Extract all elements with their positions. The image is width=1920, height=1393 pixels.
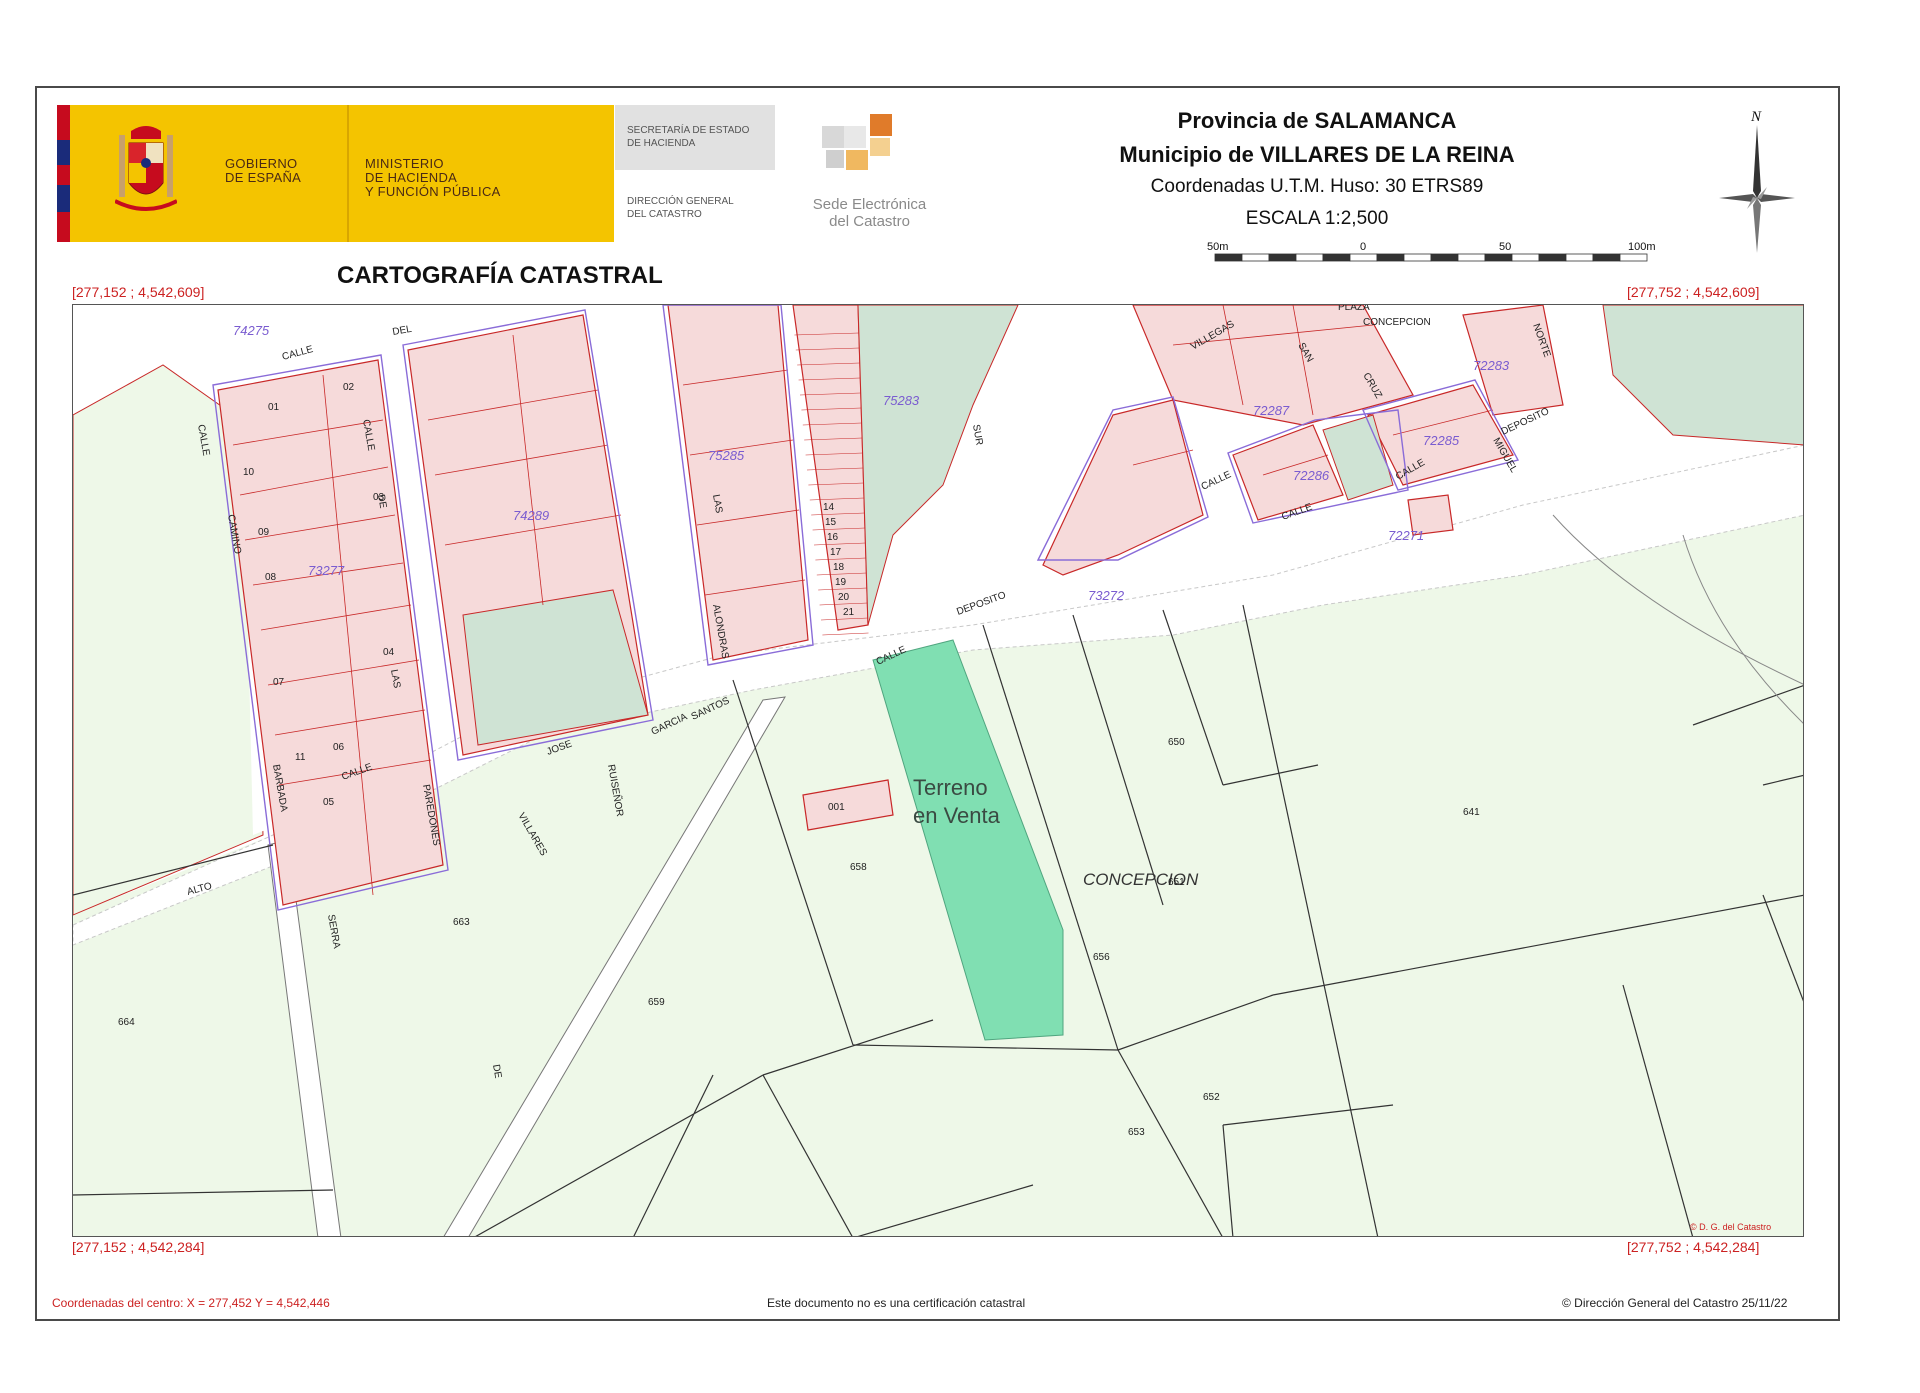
scale-label-2: 0 xyxy=(1360,241,1366,253)
corner-coord-top-left: [277,152 ; 4,542,609] xyxy=(72,284,205,300)
cadastral-sheet: GOBIERNO DE ESPAÑA MINISTERIO DE HACIEND… xyxy=(35,86,1840,1321)
block-ref-label: 73272 xyxy=(1088,588,1125,603)
scale-text: ESCALA 1:2,500 xyxy=(1245,208,1389,229)
ministerio-line-2: DE HACIENDA xyxy=(365,170,458,185)
scale-bar: 50m 0 50 100m xyxy=(1207,241,1656,262)
corner-coord-bottom-right: [277,752 ; 4,542,284] xyxy=(1627,1239,1760,1255)
scale-label-3: 50 xyxy=(1499,241,1511,253)
corner-coord-bottom-left: [277,152 ; 4,542,284] xyxy=(72,1239,205,1255)
parcel-label: 06 xyxy=(333,742,345,753)
block-ref-label: 75285 xyxy=(708,448,745,463)
parcel-label: 05 xyxy=(323,797,335,808)
north-label: N xyxy=(1750,109,1762,125)
logo-divider xyxy=(347,105,349,242)
parcel-label: 19 xyxy=(835,577,847,588)
parcel-label: 652 xyxy=(1203,1092,1220,1103)
street-label: PLAZA xyxy=(1338,305,1370,313)
block-ref-label: 74275 xyxy=(233,323,270,338)
block-ref-label: 72285 xyxy=(1423,433,1460,448)
cadastral-map: Terreno en Venta CONCEPCION © D. G. del … xyxy=(72,304,1804,1237)
coordinate-system: Coordenadas U.T.M. Huso: 30 ETRS89 xyxy=(1150,176,1484,197)
parcel-label: 658 xyxy=(850,862,867,873)
block-ref-label: 75283 xyxy=(883,393,920,408)
map-canvas: Terreno en Venta CONCEPCION © D. G. del … xyxy=(73,305,1803,1236)
sede-line-1: Sede Electrónica xyxy=(812,196,927,213)
parcel-label: 656 xyxy=(1093,952,1110,963)
direccion-line-1: DIRECCIÓN GENERAL xyxy=(627,196,734,207)
sede-line-2: del Catastro xyxy=(829,213,910,230)
sede-electronica-logo-icon xyxy=(822,114,892,170)
secretaria-box: SECRETARÍA DE ESTADO DE HACIENDA xyxy=(615,105,775,170)
parcel-label: 653 xyxy=(1128,1127,1145,1138)
coat-of-arms-icon xyxy=(115,126,177,211)
highlight-label-1: Terreno xyxy=(913,775,988,800)
parcel-label: 18 xyxy=(833,562,845,573)
secretaria-line-2: DE HACIENDA xyxy=(627,138,696,149)
highlight-label-2: en Venta xyxy=(913,803,1001,828)
parcel-label: 15 xyxy=(825,517,837,528)
parcel-label: 08 xyxy=(265,572,277,583)
parcel-label: 14 xyxy=(823,502,835,513)
block-ref-label: 72271 xyxy=(1388,528,1424,543)
block-ref-label: 74289 xyxy=(513,508,549,523)
block-ref-label: 73277 xyxy=(308,563,345,578)
secretaria-line-1: SECRETARÍA DE ESTADO xyxy=(627,125,750,136)
direccion-line-2: DEL CATASTRO xyxy=(627,209,702,220)
government-logo: GOBIERNO DE ESPAÑA MINISTERIO DE HACIEND… xyxy=(57,105,614,242)
copyright: © Dirección General del Catastro 25/11/2… xyxy=(1562,1296,1788,1310)
ministerio-line-1: MINISTERIO xyxy=(365,156,444,171)
parcel-label: 04 xyxy=(383,647,395,658)
parcel-label: 11 xyxy=(295,752,306,763)
disclaimer: Este documento no es una certificación c… xyxy=(767,1296,1026,1310)
provincia-title: Provincia de SALAMANCA xyxy=(1177,108,1457,133)
center-coordinates: Coordenadas del centro: X = 277,452 Y = … xyxy=(52,1296,330,1310)
corner-coord-top-right: [277,752 ; 4,542,609] xyxy=(1627,284,1760,300)
block-ref-label: 72286 xyxy=(1293,468,1330,483)
parcel-label: 17 xyxy=(830,547,842,558)
cartografia-title: CARTOGRAFÍA CATASTRAL xyxy=(337,262,663,289)
sede-electronica-text: Sede Electrónica del Catastro xyxy=(797,196,942,230)
parcel-label: 641 xyxy=(1463,807,1480,818)
parcel-label: 650 xyxy=(1168,737,1185,748)
parcel-label: 659 xyxy=(648,997,665,1008)
parcel-label: 001 xyxy=(828,802,845,813)
parcel-label: 21 xyxy=(843,607,855,618)
scale-label-1: 50m xyxy=(1207,241,1228,253)
street-label: CONCEPCION xyxy=(1363,317,1431,328)
municipio-title: Municipio de VILLARES DE LA REINA xyxy=(1119,142,1515,167)
parcel-label: 01 xyxy=(268,402,280,413)
parcel-label: 651 xyxy=(1168,877,1185,888)
parcel-label: 664 xyxy=(118,1017,135,1028)
parcel-label: 02 xyxy=(343,382,355,393)
scale-bar-segments xyxy=(1214,253,1648,262)
parcel-label: 20 xyxy=(838,592,850,603)
block-ref-label: 72287 xyxy=(1253,403,1290,418)
gobierno-line-1: GOBIERNO xyxy=(225,156,298,171)
ministerio-line-3: Y FUNCIÓN PÚBLICA xyxy=(365,184,501,199)
north-arrow-icon: N xyxy=(1719,109,1795,253)
spain-flag-stripe-icon xyxy=(57,105,83,242)
parcel-label: 16 xyxy=(827,532,839,543)
map-credit: © D. G. del Catastro xyxy=(1690,1222,1771,1232)
parcel-label: 663 xyxy=(453,917,470,928)
block-ref-label: 72283 xyxy=(1473,358,1510,373)
parcel-label: 07 xyxy=(273,677,285,688)
parcel-label: 10 xyxy=(243,467,255,478)
gobierno-line-2: DE ESPAÑA xyxy=(225,170,302,185)
parcel-label: 09 xyxy=(258,527,270,538)
scale-label-4: 100m xyxy=(1628,241,1656,253)
